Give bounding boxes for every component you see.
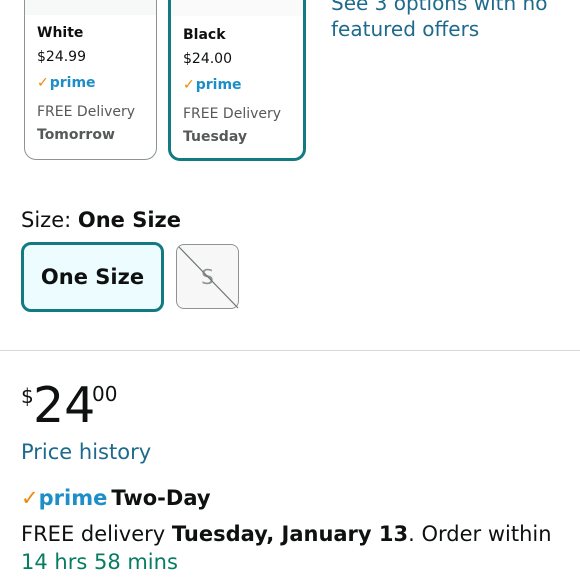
prime-check-icon: ✓	[21, 486, 39, 510]
swatch-image-area	[25, 0, 156, 15]
price-currency: $	[21, 384, 34, 408]
selected-size: One Size	[77, 208, 182, 232]
prime-badge: ✓prime	[183, 77, 242, 93]
prime-check-icon: ✓	[37, 75, 49, 91]
size-option-one-size[interactable]: One Size	[21, 242, 164, 312]
swatch-price: $24.99	[37, 49, 86, 65]
color-swatch-white[interactable]: White $24.99 ✓prime FREE Delivery Tomorr…	[24, 0, 157, 160]
swatch-delivery-day: Tuesday	[183, 129, 247, 145]
swatch-delivery: FREE Delivery	[37, 104, 136, 120]
prime-two-day-badge: ✓prime Two-Day	[21, 486, 211, 510]
delivery-date: Tuesday, January 13	[171, 522, 409, 546]
size-label: Size: One Size	[21, 208, 182, 232]
swatch-color-name: Black	[183, 27, 226, 43]
swatch-price: $24.00	[183, 51, 232, 67]
swatch-image-area	[171, 0, 303, 16]
order-countdown: 14 hrs 58 mins	[21, 550, 178, 574]
size-option-s[interactable]: S	[176, 244, 239, 309]
swatch-delivery: FREE Delivery	[183, 106, 282, 122]
color-swatch-black[interactable]: Black $24.00 ✓prime FREE Delivery Tuesda…	[168, 0, 306, 161]
see-options-link[interactable]: See 3 options with no featured offers	[331, 0, 571, 42]
swatch-color-name: White	[37, 25, 84, 41]
price-history-link[interactable]: Price history	[21, 440, 151, 464]
price-whole: 24	[33, 377, 96, 434]
price-fraction: 00	[92, 382, 118, 406]
unavailable-strike-icon	[178, 246, 239, 309]
section-divider	[0, 350, 580, 351]
prime-badge: ✓prime	[37, 75, 96, 91]
delivery-message: FREE delivery Tuesday, January 13. Order…	[21, 522, 552, 574]
prime-check-icon: ✓	[183, 77, 195, 93]
swatch-delivery-day: Tomorrow	[37, 127, 115, 143]
